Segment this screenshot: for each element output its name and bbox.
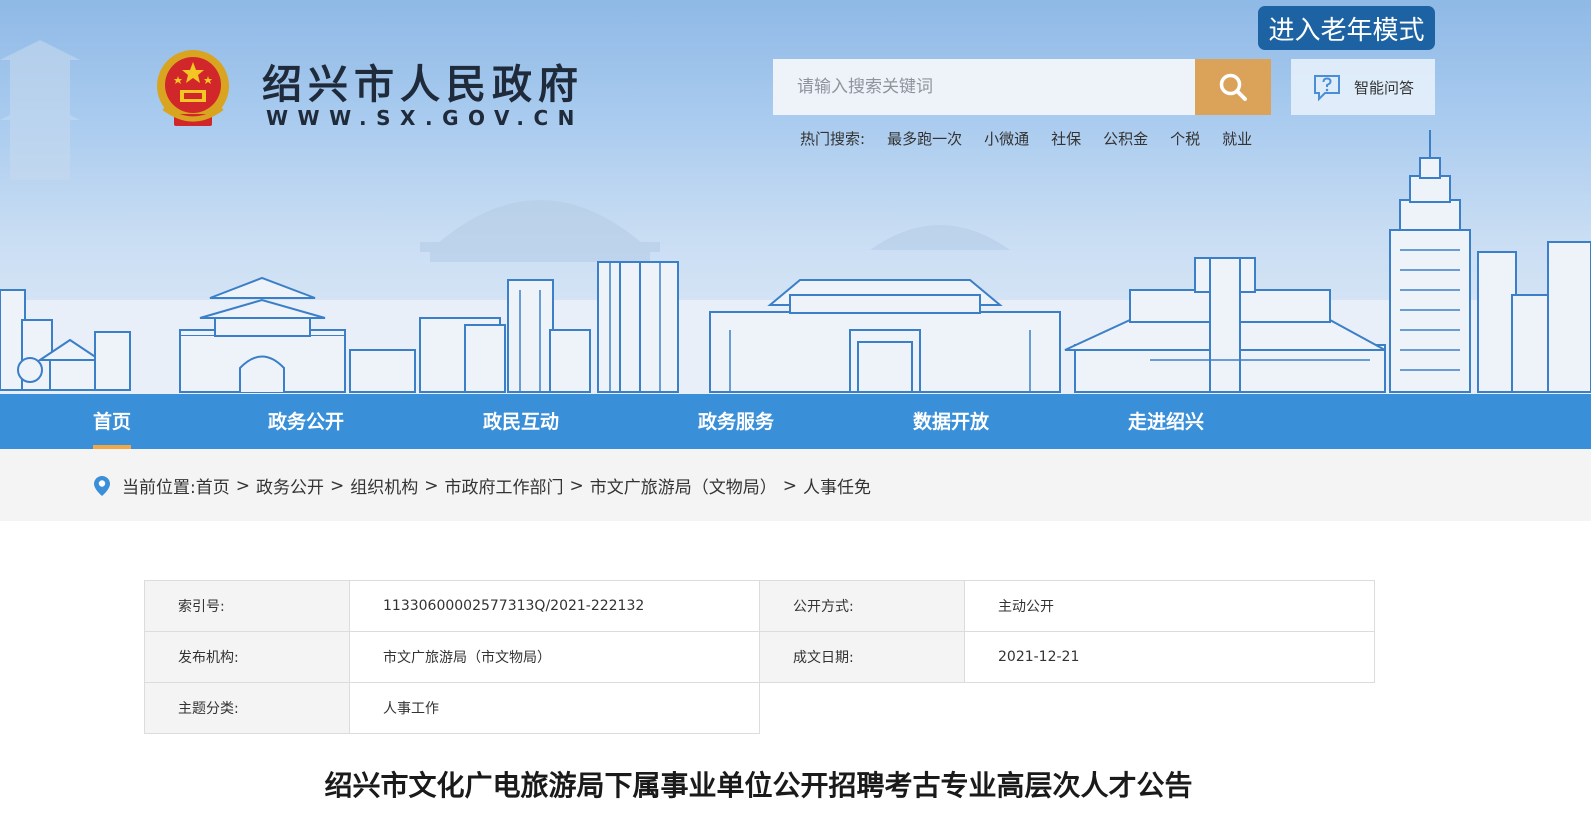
ai-qa-button[interactable]: 智能问答	[1291, 59, 1435, 115]
breadcrumb-separator: >	[235, 475, 250, 496]
empty-cell	[759, 682, 1375, 734]
breadcrumb: 当前位置: 首页 > 政务公开 > 组织机构 > 市政府工作部门 > 市文广旅游…	[93, 473, 871, 498]
table-row: 主题分类: 人事工作	[144, 682, 1375, 734]
breadcrumb-item[interactable]: 市文广旅游局（文物局）	[590, 473, 777, 498]
nav-item-services[interactable]: 政务服务	[698, 394, 774, 449]
article-title: 绍兴市文化广电旅游局下属事业单位公开招聘考古专业高层次人才公告	[324, 769, 1193, 802]
search-icon	[1219, 73, 1247, 101]
breadcrumb-separator: >	[569, 475, 584, 496]
hot-search-item[interactable]: 就业	[1222, 128, 1252, 149]
date-value: 2021-12-21	[964, 631, 1375, 683]
breadcrumb-item[interactable]: 市政府工作部门	[444, 473, 563, 498]
document-info-table: 索引号: 11330600002577313Q/2021-222132 公开方式…	[144, 580, 1375, 734]
index-number-label: 索引号:	[144, 580, 350, 632]
location-pin-icon	[94, 475, 110, 496]
elder-mode-button[interactable]: 进入老年模式	[1258, 6, 1435, 50]
publisher-label: 发布机构:	[144, 631, 350, 683]
breadcrumb-prefix: 当前位置:	[122, 478, 196, 498]
site-name: 绍兴市人民政府	[262, 61, 584, 108]
main-nav: 首页 政务公开 政民互动 政务服务 数据开放 走进绍兴	[0, 394, 1591, 449]
ai-qa-label: 智能问答	[1354, 78, 1415, 97]
breadcrumb-separator: >	[782, 475, 797, 496]
breadcrumb-item[interactable]: 人事任免	[803, 473, 871, 498]
hot-search-item[interactable]: 社保	[1051, 128, 1081, 149]
publisher-value: 市文广旅游局（市文物局）	[349, 631, 760, 683]
breadcrumb-separator: >	[424, 475, 439, 496]
hot-search-item[interactable]: 小微通	[984, 128, 1029, 149]
hot-search-item[interactable]: 最多跑一次	[887, 128, 962, 149]
index-number-value: 11330600002577313Q/2021-222132	[349, 580, 760, 632]
search-input[interactable]	[773, 59, 1195, 115]
breadcrumb-item[interactable]: 组织机构	[350, 473, 418, 498]
breadcrumb-bar: 当前位置: 首页 > 政务公开 > 组织机构 > 市政府工作部门 > 市文广旅游…	[0, 449, 1591, 521]
topic-value: 人事工作	[349, 682, 760, 734]
hot-search-label: 热门搜索:	[800, 130, 866, 148]
nav-item-interaction[interactable]: 政民互动	[483, 394, 559, 449]
open-mode-value: 主动公开	[964, 580, 1375, 632]
nav-item-about-shaoxing[interactable]: 走进绍兴	[1128, 394, 1204, 449]
topic-label: 主题分类:	[144, 682, 350, 734]
nav-item-government-affairs[interactable]: 政务公开	[268, 394, 344, 449]
national-emblem-icon	[157, 50, 229, 126]
date-label: 成文日期:	[759, 631, 965, 683]
chat-question-icon	[1314, 75, 1340, 102]
breadcrumb-item[interactable]: 政务公开	[256, 473, 324, 498]
hot-search: 热门搜索: 最多跑一次 小微通 社保 公积金 个税 就业	[800, 128, 1274, 149]
header-banner: 绍兴市人民政府 WWW.SX.GOV.CN 进入老年模式 智能问答 热门搜索: …	[0, 0, 1591, 394]
hot-search-item[interactable]: 个税	[1170, 128, 1200, 149]
open-mode-label: 公开方式:	[759, 580, 965, 632]
table-row: 发布机构: 市文广旅游局（市文物局） 成文日期: 2021-12-21	[144, 631, 1375, 683]
search-button[interactable]	[1195, 59, 1271, 115]
table-row: 索引号: 11330600002577313Q/2021-222132 公开方式…	[144, 580, 1375, 632]
nav-item-home[interactable]: 首页	[93, 394, 132, 449]
hot-search-item[interactable]: 公积金	[1103, 128, 1148, 149]
site-url: WWW.SX.GOV.CN	[266, 106, 584, 130]
breadcrumb-item[interactable]: 首页	[196, 473, 230, 498]
nav-item-open-data[interactable]: 数据开放	[913, 394, 989, 449]
breadcrumb-separator: >	[329, 475, 345, 496]
